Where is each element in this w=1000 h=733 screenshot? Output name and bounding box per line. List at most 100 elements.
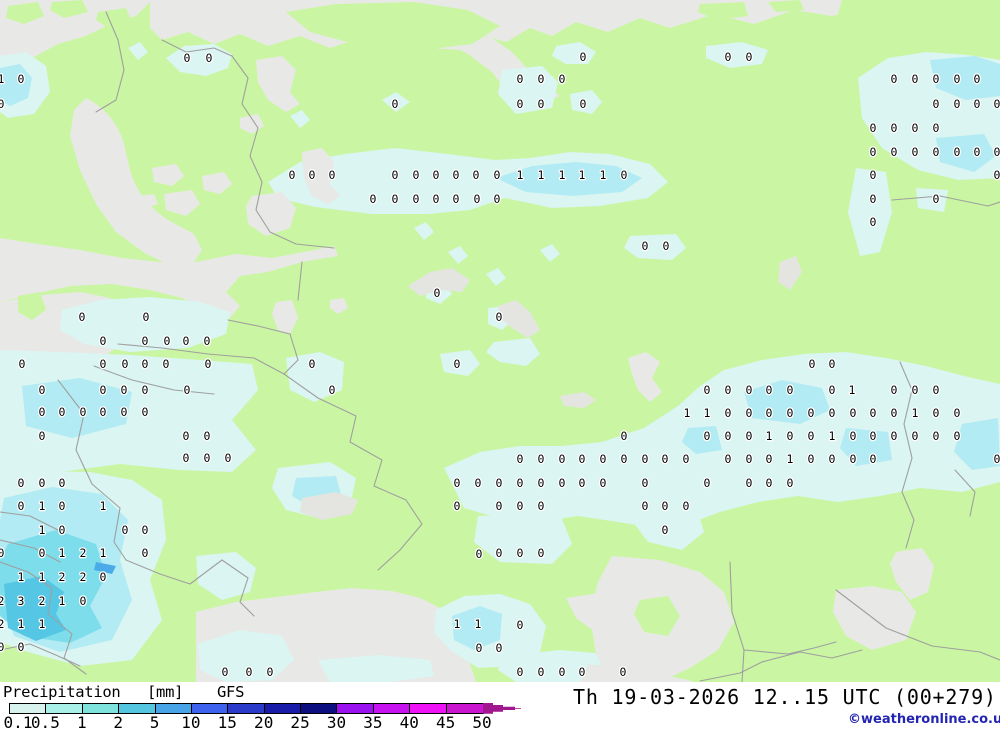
colorbar-tick-label: 20: [254, 713, 274, 732]
grid-value: 0: [870, 168, 877, 182]
grid-value: 1: [39, 570, 46, 584]
grid-value: 0: [850, 452, 857, 466]
grid-value: 0: [453, 192, 460, 206]
grid-value: 1: [59, 546, 66, 560]
grid-value: 1: [39, 523, 46, 537]
colorbar-tick-label: 0.5: [30, 713, 60, 732]
grid-value: 0: [142, 405, 149, 419]
grid-value: 0: [517, 618, 524, 632]
grid-value: 0: [496, 499, 503, 513]
grid-value: 0: [580, 97, 587, 111]
forecast-datetime: Th 19-03-2026 12..15 UTC (00+279): [573, 685, 997, 709]
grid-value: 0: [434, 286, 441, 300]
grid-value: 0: [704, 429, 711, 443]
grid-value: 0: [183, 334, 190, 348]
grid-value: 0: [912, 72, 919, 86]
grid-value: 0: [933, 429, 940, 443]
grid-value: 0: [870, 406, 877, 420]
grid-value: 0: [453, 168, 460, 182]
grid-value: 0: [600, 476, 607, 490]
grid-value: 0: [433, 168, 440, 182]
grid-value: 0: [142, 523, 149, 537]
grid-value: 0: [580, 50, 587, 64]
grid-value: 0: [538, 665, 545, 679]
grid-value: 0: [725, 429, 732, 443]
copyright-link[interactable]: ©weatheronline.co.uk: [848, 712, 1000, 727]
grid-value: 0: [912, 429, 919, 443]
grid-value: 1: [475, 617, 482, 631]
grid-value: 0: [870, 192, 877, 206]
grid-value: 0: [496, 546, 503, 560]
grid-value: 0: [517, 476, 524, 490]
grid-value: 0: [39, 383, 46, 397]
grid-value: 0: [100, 383, 107, 397]
grid-value: 0: [205, 357, 212, 371]
grid-value: 0: [80, 405, 87, 419]
grid-value: 0: [891, 383, 898, 397]
grid-value: 0: [766, 476, 773, 490]
grid-value: 0: [538, 452, 545, 466]
colorbar-tick-label: 10: [181, 713, 201, 732]
colorbar-tick-label: 5: [149, 713, 160, 732]
grid-value: 0: [204, 429, 211, 443]
grid-value: 0: [600, 452, 607, 466]
grid-value: 0: [579, 665, 586, 679]
grid-value: 0: [974, 72, 981, 86]
grid-value: 0: [559, 476, 566, 490]
grid-value: 0: [933, 192, 940, 206]
grid-value: 0: [122, 357, 129, 371]
grid-value: 2: [0, 594, 4, 608]
grid-value: 0: [454, 499, 461, 513]
grid-value: 0: [766, 406, 773, 420]
grid-value: 0: [392, 168, 399, 182]
grid-value: 0: [142, 546, 149, 560]
grid-value: 0: [829, 383, 836, 397]
grid-value: 0: [579, 476, 586, 490]
grid-value: 0: [954, 429, 961, 443]
grid-value: 3: [18, 594, 25, 608]
grid-value: 1: [100, 499, 107, 513]
grid-value: 0: [933, 121, 940, 135]
colorbar-tick-label: 45: [435, 713, 456, 732]
grid-value: 0: [39, 429, 46, 443]
grid-value: 0: [329, 168, 336, 182]
grid-value: 1: [0, 72, 5, 86]
grid-value: 0: [642, 239, 649, 253]
grid-value: 0: [517, 97, 524, 111]
grid-value: 1: [849, 383, 856, 397]
grid-value: 0: [870, 215, 877, 229]
grid-value: 0: [974, 97, 981, 111]
grid-value: 0: [18, 72, 25, 86]
grid-value: 0: [829, 406, 836, 420]
grid-value: 1: [454, 617, 461, 631]
footer-bar: Precipitation [mm] GFS 0.1 0.5 1 2 5 10 15 20 25…: [0, 682, 1000, 733]
grid-value: 0: [392, 192, 399, 206]
grid-value: 0: [122, 523, 129, 537]
grid-value: 0: [246, 665, 253, 679]
precipitation-map: 0000000000000000000000000000000000000000…: [0, 0, 1000, 682]
grid-value: 0: [870, 452, 877, 466]
grid-value: 0: [933, 406, 940, 420]
grid-value: 0: [725, 383, 732, 397]
grid-value: 0: [18, 499, 25, 513]
grid-value: 1: [39, 499, 46, 513]
grid-value: 0: [183, 429, 190, 443]
grid-value: 0: [746, 476, 753, 490]
grid-value: 1: [538, 168, 545, 182]
grid-value: 0: [704, 383, 711, 397]
legend-units: [mm]: [147, 683, 184, 701]
grid-value: 0: [746, 383, 753, 397]
grid-value: 0: [662, 452, 669, 466]
grid-value: 1: [684, 406, 691, 420]
colorbar-tick-label: 0.1: [3, 713, 33, 732]
grid-value: 0: [933, 97, 940, 111]
grid-value: 0: [476, 547, 483, 561]
grid-value: 0: [642, 499, 649, 513]
grid-value: 0: [746, 50, 753, 64]
grid-value: 1: [39, 617, 46, 631]
grid-value: 0: [891, 121, 898, 135]
grid-value: 1: [704, 406, 711, 420]
colorbar-tick-label: 25: [290, 713, 310, 732]
grid-value: 0: [164, 334, 171, 348]
grid-value: 0: [538, 97, 545, 111]
